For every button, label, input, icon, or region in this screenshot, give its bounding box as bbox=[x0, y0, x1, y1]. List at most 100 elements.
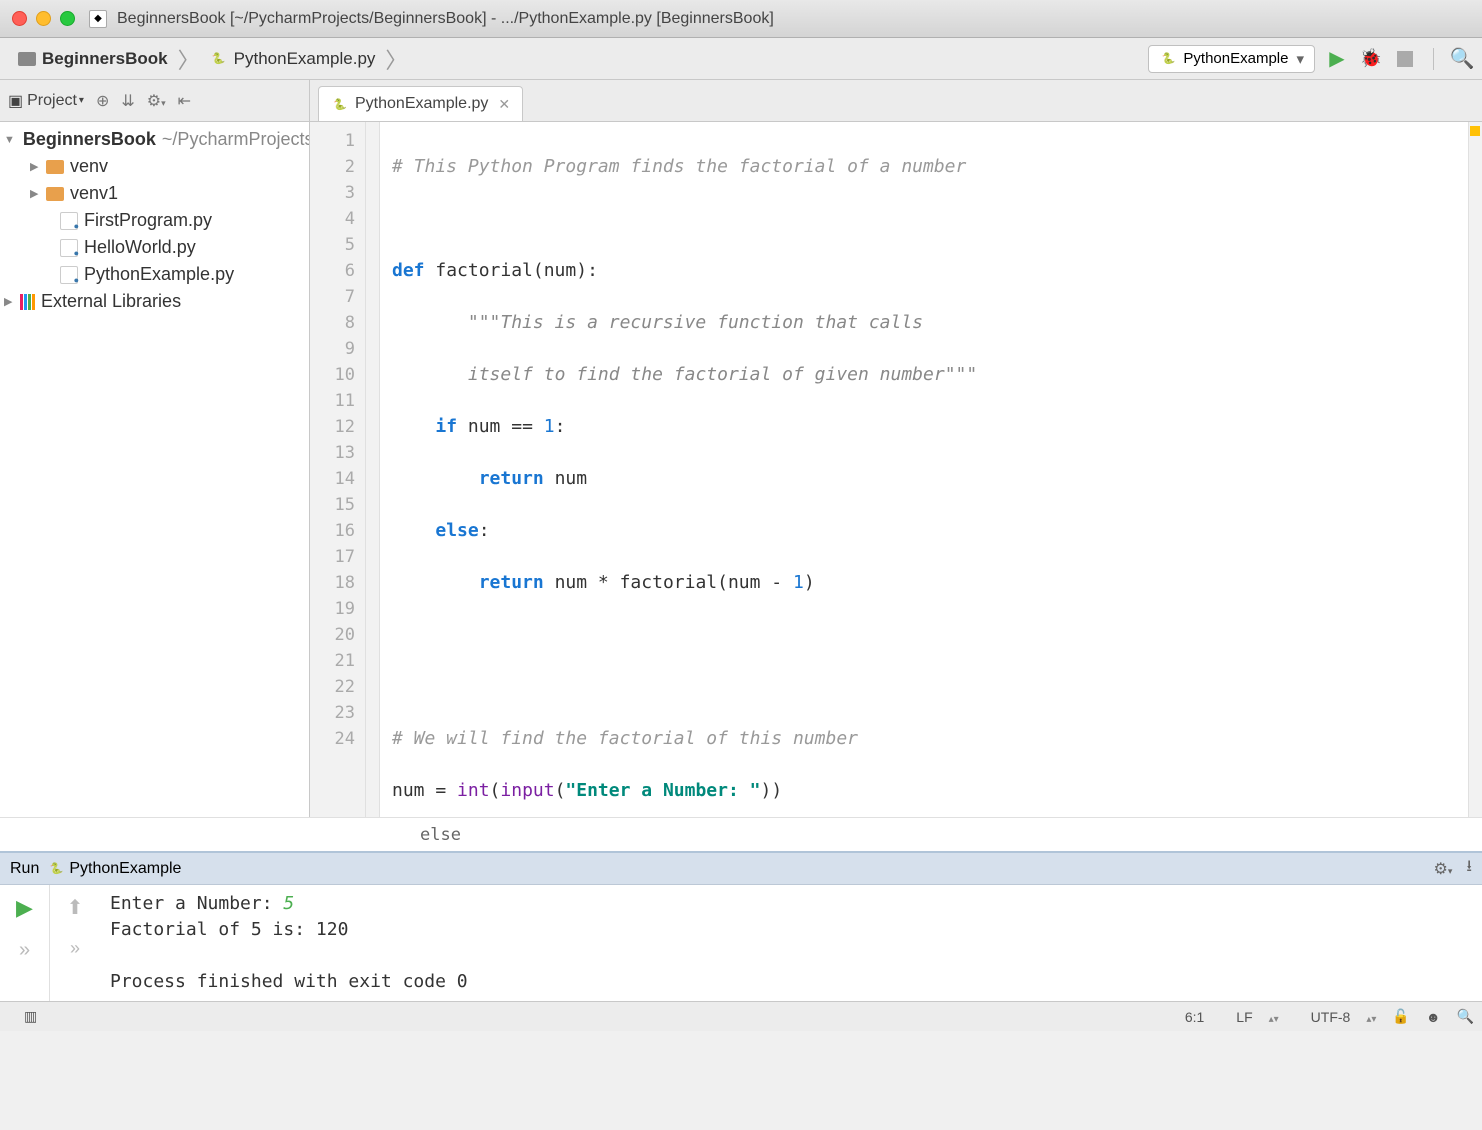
run-controls-left: ▶ » bbox=[0, 885, 50, 1001]
output-line: Process finished with exit code 0 bbox=[110, 969, 1472, 995]
python-file-icon: 🐍 bbox=[331, 95, 349, 113]
console-output[interactable]: Enter a Number: 5 Factorial of 5 is: 120… bbox=[100, 885, 1482, 1001]
line-separator[interactable]: LF▴▾ bbox=[1220, 1009, 1278, 1025]
run-title: Run bbox=[10, 860, 39, 878]
run-controls-right: ⬆ » bbox=[50, 885, 100, 1001]
folder-icon bbox=[18, 52, 36, 66]
expand-arrow-icon[interactable]: ▼ bbox=[4, 134, 15, 146]
editor-breadcrumb[interactable]: else bbox=[0, 817, 1482, 851]
run-button[interactable]: ▶ bbox=[1327, 49, 1347, 69]
tree-label: HelloWorld.py bbox=[84, 237, 196, 258]
window-controls bbox=[12, 11, 75, 26]
code-editor[interactable]: 123456789101112131415161718192021222324 … bbox=[310, 122, 1482, 817]
tree-external-libraries[interactable]: ▶ External Libraries bbox=[0, 288, 309, 315]
navigation-bar: BeginnersBook 〉 🐍 PythonExample.py 〉 🐍 P… bbox=[0, 38, 1482, 80]
project-tree[interactable]: ▼ BeginnersBook ~/PycharmProjects/Beginn… bbox=[0, 122, 310, 817]
chevron-right-icon: 〉 bbox=[178, 43, 200, 75]
libraries-icon bbox=[20, 294, 35, 310]
tree-label: BeginnersBook bbox=[23, 129, 156, 150]
expand-arrow-icon[interactable]: ▶ bbox=[30, 160, 44, 173]
chevron-down-icon: ▾ bbox=[79, 95, 84, 106]
tree-file[interactable]: PythonExample.py bbox=[0, 261, 309, 288]
up-arrow-icon[interactable]: ⬆ bbox=[67, 895, 84, 920]
minimize-window-button[interactable] bbox=[36, 11, 51, 26]
code-content[interactable]: # This Python Program finds the factoria… bbox=[380, 122, 1482, 817]
fold-column[interactable] bbox=[366, 122, 380, 817]
tree-file[interactable]: HelloWorld.py bbox=[0, 234, 309, 261]
close-tab-icon[interactable]: ✕ bbox=[498, 96, 510, 113]
maximize-window-button[interactable] bbox=[60, 11, 75, 26]
tree-label: External Libraries bbox=[41, 291, 181, 312]
expand-arrow-icon[interactable]: ▶ bbox=[4, 295, 18, 308]
expand-button[interactable]: » bbox=[19, 939, 30, 962]
warning-marker-icon[interactable] bbox=[1470, 126, 1480, 136]
folder-icon bbox=[46, 160, 64, 174]
gear-icon[interactable]: ⚙▾ bbox=[1434, 859, 1453, 879]
tree-project-root[interactable]: ▼ BeginnersBook ~/PycharmProjects/Beginn… bbox=[0, 126, 309, 153]
output-line: Factorial of 5 is: 120 bbox=[110, 917, 1472, 943]
target-icon[interactable]: ⊕ bbox=[96, 91, 109, 111]
run-config-name: PythonExample bbox=[69, 860, 181, 878]
inspection-icon[interactable]: ☻ bbox=[1426, 1009, 1441, 1025]
file-encoding[interactable]: UTF-8▴▾ bbox=[1295, 1009, 1377, 1025]
app-icon: ◆ bbox=[89, 10, 107, 28]
python-file-icon bbox=[60, 239, 78, 257]
window-title: BeginnersBook [~/PycharmProjects/Beginne… bbox=[117, 10, 774, 28]
project-panel-header: ▣ Project ▾ ⊕ ⇊ ⚙▾ ⇤ bbox=[0, 80, 310, 121]
project-toolbar: ▣ Project ▾ ⊕ ⇊ ⚙▾ ⇤ 🐍 PythonExample.py … bbox=[0, 80, 1482, 122]
run-panel-header: Run 🐍 PythonExample ⚙▾ ⭳ bbox=[0, 853, 1482, 885]
cursor-position[interactable]: 6:1 bbox=[1185, 1009, 1204, 1025]
breadcrumb-file[interactable]: 🐍 PythonExample.py bbox=[202, 45, 384, 73]
breadcrumb-label: PythonExample.py bbox=[234, 49, 376, 69]
window-titlebar: ◆ BeginnersBook [~/PycharmProjects/Begin… bbox=[0, 0, 1482, 38]
rerun-button[interactable]: ▶ bbox=[16, 895, 33, 921]
hide-panel-icon[interactable]: ⇤ bbox=[178, 91, 191, 111]
python-file-icon: 🐍 bbox=[210, 50, 228, 68]
editor-tab-active[interactable]: 🐍 PythonExample.py ✕ bbox=[318, 86, 523, 121]
gear-icon[interactable]: ⚙▾ bbox=[147, 91, 166, 111]
tree-label: PythonExample.py bbox=[84, 264, 234, 285]
run-panel-body: ▶ » ⬆ » Enter a Number: 5 Factorial of 5… bbox=[0, 885, 1482, 1001]
download-icon[interactable]: ⭳ bbox=[1466, 855, 1472, 882]
user-input: 5 bbox=[283, 893, 294, 914]
folder-icon bbox=[46, 187, 64, 201]
tree-path: ~/PycharmProjects/BeginnersBook bbox=[162, 129, 310, 150]
python-file-icon bbox=[60, 212, 78, 230]
project-view-selector[interactable]: ▣ Project ▾ bbox=[8, 91, 84, 111]
divider bbox=[1433, 48, 1434, 70]
line-number-gutter: 123456789101112131415161718192021222324 bbox=[310, 122, 366, 817]
run-config-label: PythonExample bbox=[1183, 50, 1288, 67]
tree-folder-venv[interactable]: ▶ venv bbox=[0, 153, 309, 180]
project-label: Project bbox=[27, 92, 77, 110]
tool-windows-icon[interactable]: ▥ bbox=[24, 1008, 37, 1025]
status-bar: ▥ 6:1 LF▴▾ UTF-8▴▾ 🔓 ☻ 🔍 bbox=[0, 1001, 1482, 1031]
tree-folder-venv1[interactable]: ▶ venv1 bbox=[0, 180, 309, 207]
tree-label: FirstProgram.py bbox=[84, 210, 212, 231]
toolbar-actions: ▶ 🐞 🔍 bbox=[1327, 48, 1472, 70]
python-file-icon: 🐍 bbox=[1159, 50, 1177, 68]
editor-tabs: 🐍 PythonExample.py ✕ bbox=[310, 80, 1482, 121]
breadcrumb-scope: else bbox=[420, 825, 461, 845]
expand-button[interactable]: » bbox=[70, 938, 80, 959]
lock-icon[interactable]: 🔓 bbox=[1392, 1008, 1409, 1025]
search-button[interactable]: 🔍 bbox=[1452, 49, 1472, 69]
stop-button[interactable] bbox=[1395, 49, 1415, 69]
tree-label: venv bbox=[70, 156, 108, 177]
tab-label: PythonExample.py bbox=[355, 95, 488, 113]
breadcrumb-label: BeginnersBook bbox=[42, 49, 168, 69]
error-stripe[interactable] bbox=[1468, 122, 1482, 817]
chevron-right-icon: 〉 bbox=[385, 43, 407, 75]
output-line: Enter a Number: bbox=[110, 893, 283, 914]
run-tool-window: Run 🐍 PythonExample ⚙▾ ⭳ ▶ » ⬆ » Enter a… bbox=[0, 851, 1482, 1001]
tree-label: venv1 bbox=[70, 183, 118, 204]
expand-arrow-icon[interactable]: ▶ bbox=[30, 187, 44, 200]
chevron-down-icon: ▾ bbox=[1296, 50, 1304, 68]
run-configuration-selector[interactable]: 🐍 PythonExample ▾ bbox=[1148, 45, 1315, 73]
breadcrumb-project[interactable]: BeginnersBook bbox=[10, 45, 176, 73]
debug-button[interactable]: 🐞 bbox=[1361, 49, 1381, 69]
collapse-icon[interactable]: ⇊ bbox=[121, 91, 134, 111]
close-window-button[interactable] bbox=[12, 11, 27, 26]
breadcrumb: BeginnersBook 〉 🐍 PythonExample.py 〉 bbox=[10, 43, 1148, 75]
search-icon[interactable]: 🔍 bbox=[1457, 1008, 1474, 1025]
tree-file[interactable]: FirstProgram.py bbox=[0, 207, 309, 234]
